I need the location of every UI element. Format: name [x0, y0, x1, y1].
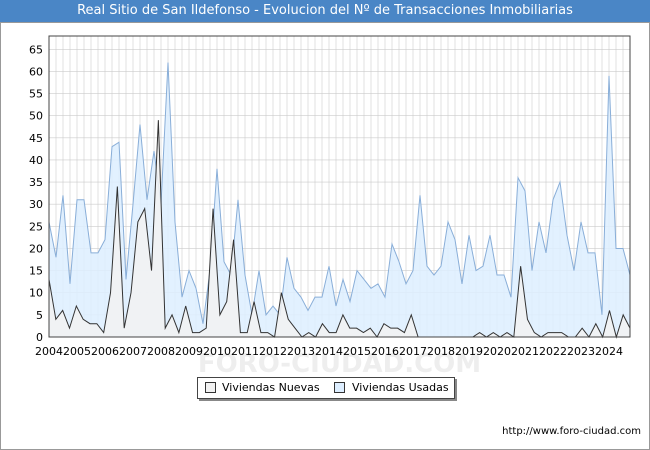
x-tick-label: 2005: [63, 345, 91, 358]
y-tick-label: 15: [29, 265, 43, 278]
y-tick-label: 45: [29, 132, 43, 145]
x-tick-label: 2023: [567, 345, 595, 358]
y-tick-label: 25: [29, 220, 43, 233]
x-tick-label: 2020: [483, 345, 511, 358]
x-tick-label: 2022: [539, 345, 567, 358]
x-tick-label: 2018: [427, 345, 455, 358]
y-tick-label: 50: [29, 110, 43, 123]
x-tick-label: 2006: [91, 345, 119, 358]
x-tick-label: 2011: [231, 345, 259, 358]
x-tick-label: 2008: [147, 345, 175, 358]
legend-label-usadas: Viviendas Usadas: [352, 381, 449, 394]
legend-label-nuevas: Viviendas Nuevas: [222, 381, 320, 394]
x-tick-label: 2004: [35, 345, 63, 358]
y-tick-label: 30: [29, 198, 43, 211]
x-tick-label: 2009: [175, 345, 203, 358]
x-tick-label: 2017: [399, 345, 427, 358]
y-tick-label: 5: [36, 309, 43, 322]
y-tick-label: 40: [29, 154, 43, 167]
footer-url: http://www.foro-ciudad.com: [502, 426, 641, 437]
x-tick-label: 2015: [343, 345, 371, 358]
y-tick-label: 55: [29, 88, 43, 101]
y-tick-label: 20: [29, 242, 43, 255]
x-tick-label: 2024: [595, 345, 623, 358]
legend: Viviendas Nuevas Viviendas Usadas: [197, 377, 455, 399]
y-tick-label: 60: [29, 65, 43, 78]
y-tick-label: 0: [36, 331, 43, 344]
x-tick-label: 2012: [259, 345, 287, 358]
x-tick-label: 2013: [287, 345, 315, 358]
x-tick-label: 2010: [203, 345, 231, 358]
x-tick-label: 2019: [455, 345, 483, 358]
y-tick-label: 65: [29, 43, 43, 56]
y-tick-label: 35: [29, 176, 43, 189]
x-tick-label: 2021: [511, 345, 539, 358]
x-tick-label: 2014: [315, 345, 343, 358]
x-tick-label: 2016: [371, 345, 399, 358]
y-tick-label: 10: [29, 287, 43, 300]
legend-swatch-usadas: [334, 382, 345, 393]
x-tick-label: 2007: [119, 345, 147, 358]
legend-swatch-nuevas: [205, 382, 216, 393]
